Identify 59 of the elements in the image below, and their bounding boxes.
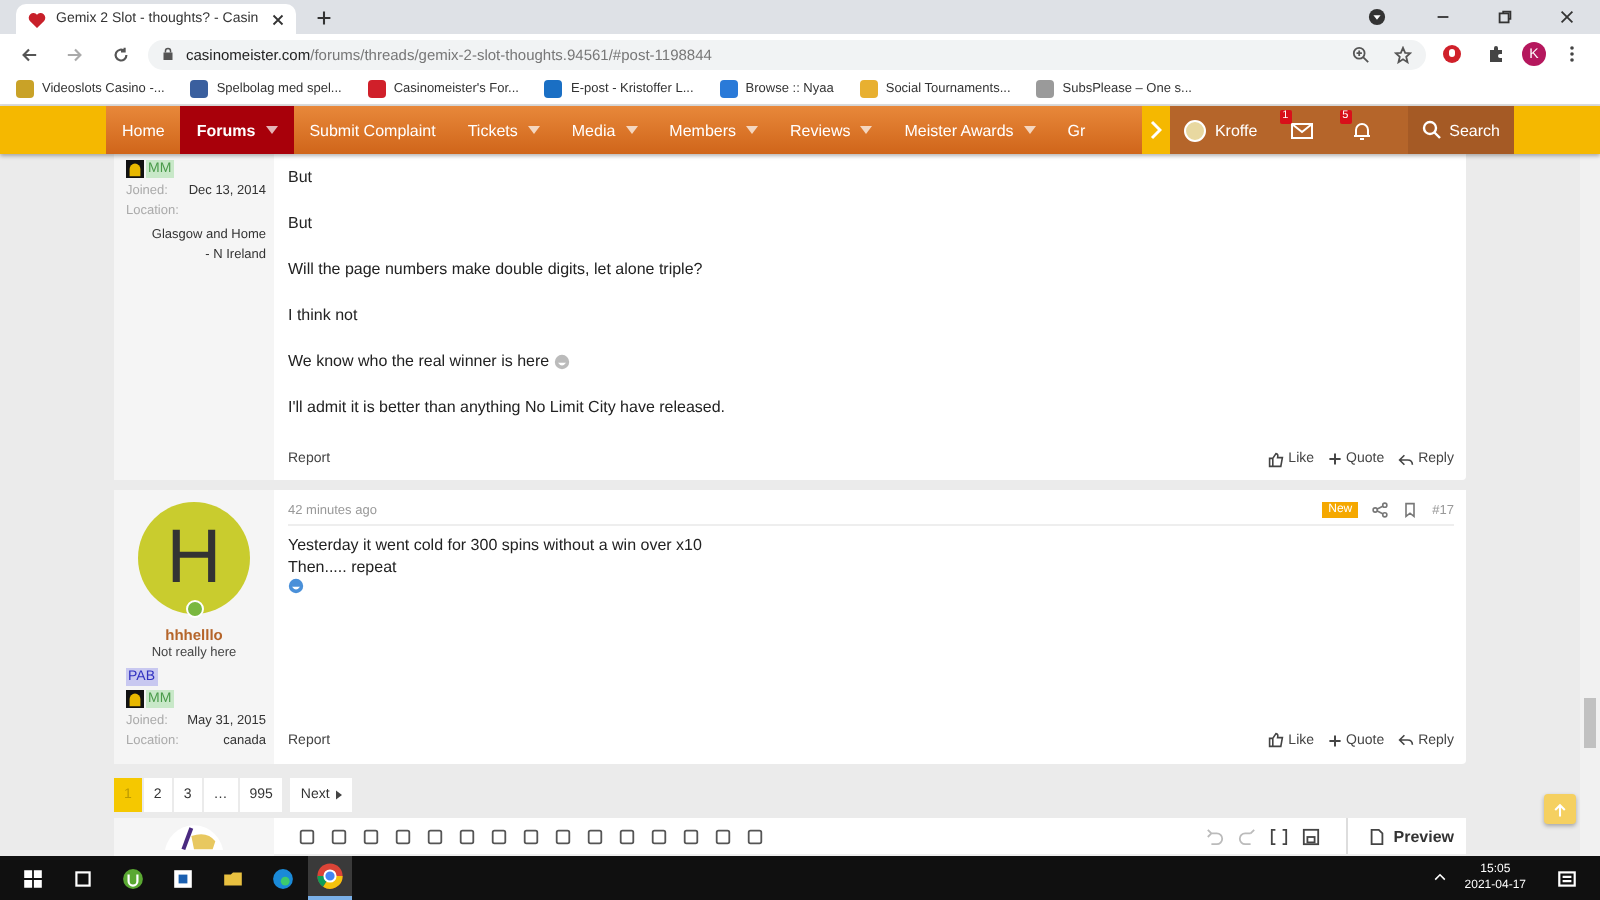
task-view-icon[interactable] [72,867,94,889]
brackets-icon[interactable] [1269,827,1288,845]
save-icon[interactable] [1301,827,1320,845]
caret-icon[interactable] [1432,870,1449,886]
post-text: Will the page numbers make double digits, let alone triple? [288,258,703,280]
post-text: We know who the real winner is here [288,350,550,372]
caret-icon [335,790,342,800]
account-link[interactable]: Kroffe [1170,106,1272,154]
reply-arrow-icon [1398,451,1415,467]
post-text: Yesterday it went cold for 300 spins without a win over x10 [288,534,702,556]
search-icon [1421,120,1442,140]
zoom-icon[interactable] [1352,45,1370,63]
close-icon[interactable] [272,13,284,25]
notification-icon[interactable] [1556,867,1578,889]
bell-icon [1349,120,1374,140]
post-text: But [288,212,313,234]
app-icon[interactable] [172,867,194,889]
media-icon[interactable] [1368,8,1386,26]
beehive-icon [126,160,144,178]
search-button[interactable]: Search [1407,106,1514,154]
user-avatar [1184,119,1207,141]
scroll-right-button[interactable] [1142,106,1171,154]
back-icon[interactable] [20,45,38,63]
plus-icon [1328,452,1343,466]
torrent-app-icon[interactable] [122,867,144,889]
scrollbar[interactable] [1580,154,1600,856]
close-icon[interactable] [1558,8,1576,26]
online-icon [186,600,204,618]
extension-icon[interactable] [1442,44,1462,64]
reload-icon[interactable] [112,45,130,63]
post-text: I think not [288,304,358,326]
folder-icon[interactable] [222,867,244,889]
thumbs-up-icon [1268,732,1285,748]
post-text: I'll admit it is better than anything No Limit City have released. [288,396,726,418]
bookmark-icon[interactable] [1402,502,1419,518]
emoji-icon [288,578,304,594]
puzzle-icon[interactable] [1486,44,1506,64]
plus-icon[interactable] [316,10,332,26]
plus-icon [1328,733,1343,747]
arrow-up-icon [1552,801,1568,817]
chrome-browser-icon[interactable] [308,856,352,900]
nav-tab[interactable]: Forums [180,106,294,154]
user-avatar[interactable]: H [138,502,250,614]
windows-start-icon[interactable] [22,867,44,889]
restore-icon[interactable] [1496,8,1514,26]
heart-icon [28,11,46,27]
preview-button[interactable]: Preview [1345,818,1454,854]
chevron-right-icon [1150,120,1163,140]
star-icon[interactable] [1394,45,1412,63]
post-text: But [288,166,313,188]
share-icon[interactable] [1372,502,1389,518]
envelope-icon [1289,120,1314,140]
edge-browser-icon[interactable] [272,867,294,889]
reply-arrow-icon [1398,732,1415,748]
post-text: Then..... repeat [288,556,397,578]
document-icon [1367,827,1386,845]
beehive-icon [126,690,144,708]
lock-icon [162,46,174,62]
thumbs-up-icon [1268,451,1285,467]
